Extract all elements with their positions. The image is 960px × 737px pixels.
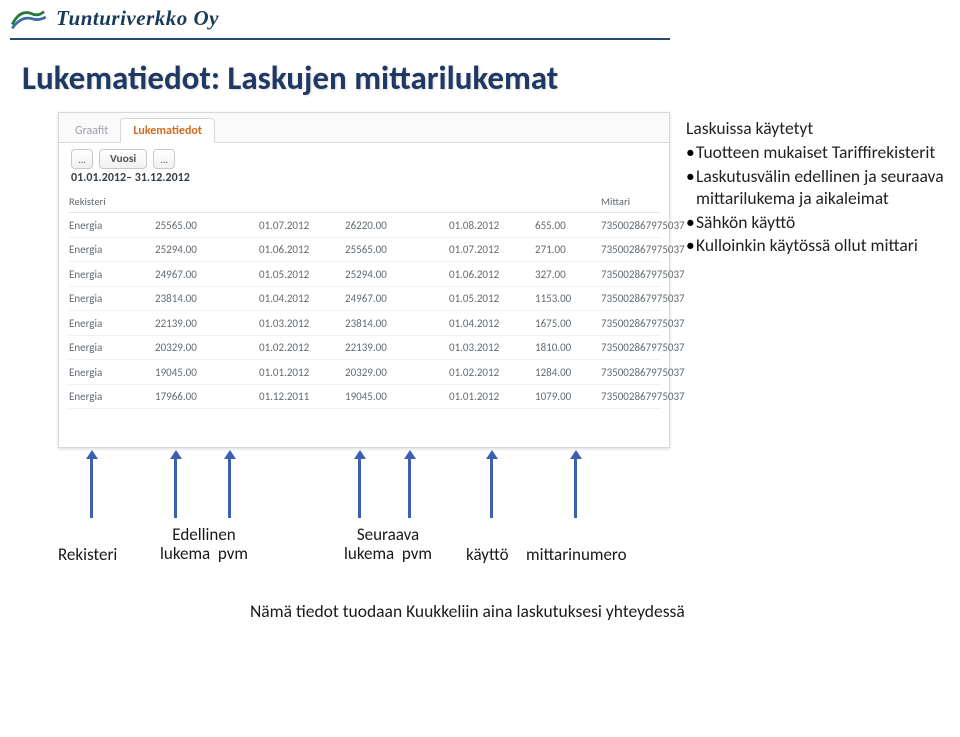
year-prev-button[interactable]: ... <box>71 149 93 169</box>
arrow-seuraava-lukema <box>358 456 361 518</box>
year-nav: ... Vuosi ... <box>59 143 669 171</box>
note-interval: Laskutusvälin edellinen ja seuraava mitt… <box>686 166 948 210</box>
app-screenshot: Graafit Lukematiedot ... Vuosi ... 01.01… <box>58 112 670 448</box>
note-meter: Kulloinkin käytössä ollut mittari <box>686 235 948 257</box>
col-mittari: Mittari <box>601 195 661 208</box>
label-kaytto: käyttö <box>466 544 509 565</box>
table-row: Energia23814.0001.04.201224967.0001.05.2… <box>69 287 661 312</box>
note-tariff: Tuotteen mukaiset Tariffirekisterit <box>686 142 948 164</box>
data-table: Rekisteri Mittari Energia25565.0001.07.2… <box>59 189 669 409</box>
company-logo-icon <box>10 4 48 32</box>
bottom-note: Nämä tiedot tuodaan Kuukkeliin aina lask… <box>250 600 685 622</box>
table-row: Energia24967.0001.05.201225294.0001.06.2… <box>69 262 661 287</box>
label-group-edellinen: Edellinen lukema pvm <box>156 526 252 563</box>
table-row: Energia22139.0001.03.201223814.0001.04.2… <box>69 311 661 336</box>
arrow-diagram <box>58 448 670 526</box>
arrow-seuraava-pvm <box>408 456 411 518</box>
tab-bar: Graafit Lukematiedot <box>59 113 669 143</box>
label-mittarinumero: mittarinumero <box>526 544 627 565</box>
note-usage: Sähkön käyttö <box>686 212 948 234</box>
notes-intro: Laskuissa käytetyt <box>686 118 948 140</box>
year-next-button[interactable]: ... <box>153 149 175 169</box>
arrow-kaytto <box>490 456 493 518</box>
table-row: Energia19045.0001.01.201220329.0001.02.2… <box>69 360 661 385</box>
date-range: 01.01.2012– 31.12.2012 <box>59 171 669 189</box>
label-group-seuraava: Seuraava lukema pvm <box>340 526 436 563</box>
brand-text: Tunturiverkko Oy <box>56 6 219 31</box>
explanation-list: Laskuissa käytetyt Tuotteen mukaiset Tar… <box>686 118 948 259</box>
tab-lukematiedot[interactable]: Lukematiedot <box>120 118 215 143</box>
col-rekisteri: Rekisteri <box>69 195 155 208</box>
label-rekisteri: Rekisteri <box>58 544 117 565</box>
content-area: Graafit Lukematiedot ... Vuosi ... 01.01… <box>0 106 960 666</box>
header-bar: Tunturiverkko Oy <box>0 0 960 36</box>
table-row: Energia25294.0001.06.201225565.0001.07.2… <box>69 238 661 263</box>
header-rule <box>10 38 670 40</box>
page-title: Lukematiedot: Laskujen mittarilukemat <box>22 58 960 98</box>
table-row: Energia25565.0001.07.201226220.0001.08.2… <box>69 213 661 238</box>
arrow-edellinen-pvm <box>228 456 231 518</box>
arrow-mittarinumero <box>574 456 577 518</box>
year-label-button[interactable]: Vuosi <box>99 149 147 169</box>
arrow-edellinen-lukema <box>174 456 177 518</box>
table-row: Energia17966.0001.12.201119045.0001.01.2… <box>69 385 661 410</box>
table-header: Rekisteri Mittari <box>69 193 661 213</box>
arrow-rekisteri <box>90 456 93 518</box>
tab-graafit[interactable]: Graafit <box>63 119 120 142</box>
table-row: Energia20329.0001.02.201222139.0001.03.2… <box>69 336 661 361</box>
